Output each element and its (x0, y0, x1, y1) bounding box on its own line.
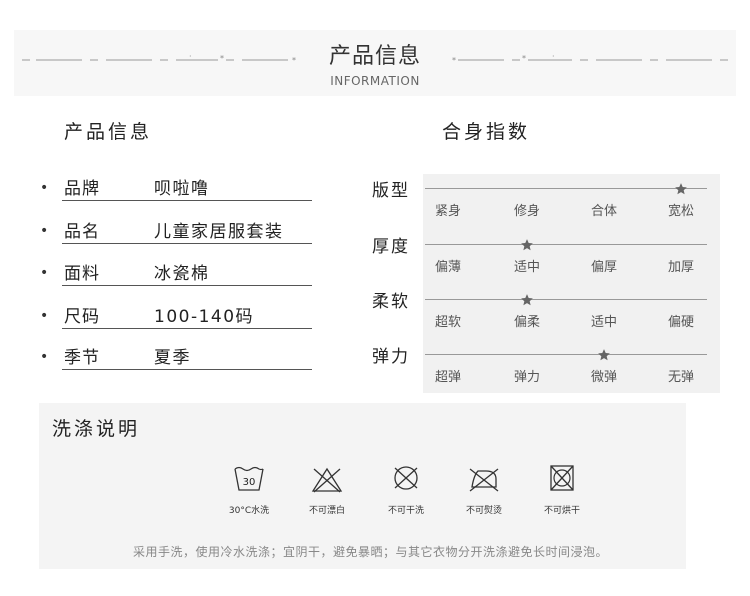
no-iron-icon (468, 465, 500, 493)
bullet: • (40, 180, 49, 196)
wash-caption: 不可熨烫 (465, 506, 502, 516)
no-dry-clean-icon (390, 464, 422, 492)
info-value: 夏季 (154, 348, 191, 368)
info-label: 季节 (64, 348, 100, 368)
star-icon (674, 181, 688, 195)
fit-option: 偏柔 (513, 315, 540, 330)
fit-row-label: 弹力 (372, 347, 410, 367)
fit-scale-line (425, 244, 707, 245)
info-label: 品名 (64, 222, 100, 242)
info-value: 儿童家居服套装 (154, 222, 284, 242)
fit-option: 加厚 (667, 260, 694, 275)
fit-scale-line (425, 354, 707, 355)
wash-caption: 不可漂白 (308, 506, 345, 516)
bullet: • (40, 265, 49, 281)
bullet: • (40, 308, 49, 324)
star-icon (597, 347, 611, 361)
product-info-heading: 产品信息 (64, 121, 153, 143)
info-row-fabric: • 面料 冰瓷棉 (40, 257, 312, 287)
info-value: 100-140码 (154, 307, 255, 327)
wash-30-icon: 30 (233, 465, 265, 493)
bullet: • (40, 223, 49, 239)
fit-option: 适中 (513, 260, 540, 275)
divider (62, 285, 312, 286)
divider (62, 369, 312, 370)
bullet: • (40, 349, 49, 365)
fit-scale-line (425, 188, 707, 189)
fit-option: 偏薄 (434, 260, 461, 275)
fit-option: 紧身 (434, 204, 461, 219)
fit-option: 合体 (590, 204, 617, 219)
fit-option: 修身 (513, 204, 540, 219)
fit-option: 超弹 (434, 370, 461, 385)
fit-option: 偏厚 (590, 260, 617, 275)
wash-caption: 30°C水洗 (228, 506, 270, 516)
wash-heading: 洗涤说明 (52, 418, 141, 440)
fit-row-label: 版型 (372, 181, 410, 201)
info-label: 尺码 (64, 307, 100, 327)
info-label: 面料 (64, 264, 100, 284)
info-row-size: • 尺码 100-140码 (40, 300, 312, 330)
wash-caption: 不可烘干 (543, 506, 580, 516)
page-title: 产品信息 (328, 44, 421, 69)
divider (62, 200, 312, 201)
info-row-season: • 季节 夏季 (40, 341, 312, 371)
divider (62, 328, 312, 329)
fit-option: 宽松 (667, 204, 694, 219)
wash-temperature: 30 (243, 477, 256, 488)
star-icon (520, 292, 534, 306)
fit-option: 超软 (434, 315, 461, 330)
info-value: 呗啦噜 (154, 179, 210, 199)
info-value: 冰瓷棉 (154, 264, 210, 284)
divider (62, 243, 312, 244)
fit-index-heading: 合身指数 (442, 121, 531, 143)
fit-option: 微弹 (590, 370, 617, 385)
wash-note: 采用手洗，使用冷水洗涤；宜阴干，避免暴晒；与其它衣物分开洗涤避免长时间浸泡。 (133, 545, 609, 559)
page-subtitle: INFORMATION (330, 74, 420, 88)
no-bleach-icon (311, 466, 343, 494)
page-header: · * * * * · 产品信息 INFORMATION (0, 0, 750, 100)
fit-row-label: 柔软 (372, 292, 410, 312)
wash-caption: 不可干洗 (387, 506, 424, 516)
fit-option: 适中 (590, 315, 617, 330)
star-icon (520, 237, 534, 251)
fit-row-label: 厚度 (372, 237, 410, 257)
fit-scale-line (425, 299, 707, 300)
info-label: 品牌 (64, 179, 100, 199)
info-row-brand: • 品牌 呗啦噜 (40, 172, 312, 202)
fit-option: 无弹 (667, 370, 694, 385)
fit-option: 偏硬 (667, 315, 694, 330)
no-tumble-dry-icon (546, 464, 578, 492)
info-row-name: • 品名 儿童家居服套装 (40, 215, 312, 245)
fit-option: 弹力 (513, 370, 540, 385)
